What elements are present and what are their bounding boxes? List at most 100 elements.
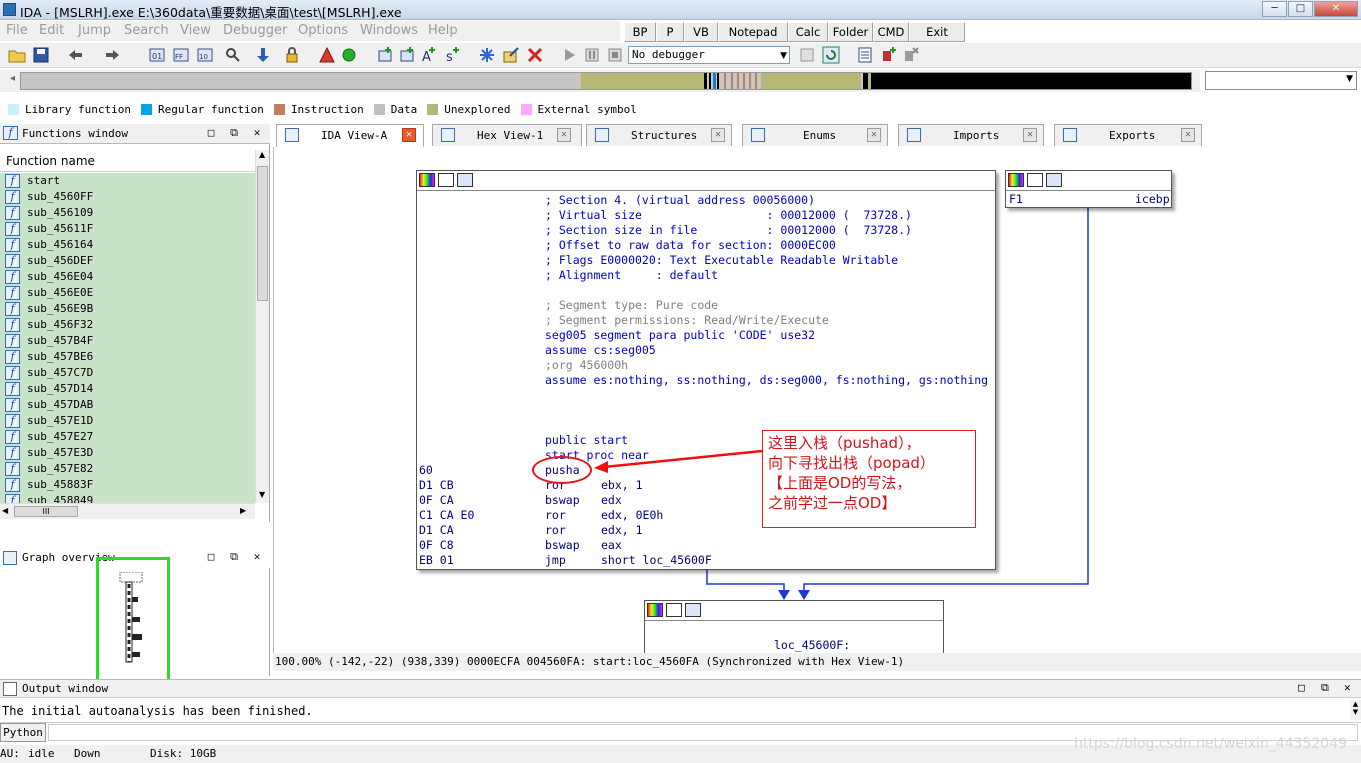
scrollbar-thumb[interactable] xyxy=(257,166,268,301)
tab-imports[interactable]: Imports ✕ xyxy=(898,124,1044,146)
graph-node-icebp[interactable]: F1 icebp xyxy=(1005,170,1172,208)
function-list-item[interactable]: f sub_456E9B xyxy=(0,301,255,317)
tab-close-icon[interactable]: ✕ xyxy=(557,128,571,142)
scroll-right-icon[interactable]: ▶ xyxy=(240,506,246,515)
graph-node-loc-45600f[interactable]: loc_45600F: xyxy=(644,600,944,653)
add-text-icon[interactable]: A xyxy=(420,46,438,64)
function-list-item[interactable]: f sub_456F32 xyxy=(0,317,255,333)
instruction-operands[interactable]: eax xyxy=(601,538,622,553)
bp-button[interactable]: BP xyxy=(624,22,656,42)
panel-float-icon[interactable]: ⧉ xyxy=(227,126,241,140)
vb-button[interactable]: VB xyxy=(684,22,718,42)
tab-enums[interactable]: Enums ✕ xyxy=(742,124,888,146)
panel-float-icon[interactable]: ⧉ xyxy=(227,550,241,564)
menu-view[interactable]: View xyxy=(180,23,211,38)
delete-icon[interactable] xyxy=(526,46,544,64)
function-list-item[interactable]: f sub_4560FF xyxy=(0,189,255,205)
node-rename-icon[interactable] xyxy=(1027,173,1043,187)
notepad-button[interactable]: Notepad xyxy=(718,22,788,42)
scroll-up-icon[interactable]: ▲ xyxy=(259,150,265,159)
forward-arrow-icon[interactable] xyxy=(104,46,122,64)
function-list-vertical-scrollbar[interactable]: ▲ ▼ xyxy=(255,150,269,503)
node-group-icon[interactable] xyxy=(457,173,473,187)
minimize-button[interactable]: ─ xyxy=(1262,1,1287,17)
instruction-mnemonic[interactable]: bswap xyxy=(545,538,580,553)
node-color-icon[interactable] xyxy=(419,173,435,187)
function-list-item[interactable]: f sub_457E3D xyxy=(0,445,255,461)
function-list-item[interactable]: f sub_456E04 xyxy=(0,269,255,285)
instruction-operands[interactable]: ebx, 1 xyxy=(601,478,643,493)
search-binary-icon[interactable] xyxy=(224,46,242,64)
output-scrollbar[interactable]: ▲ ▼ xyxy=(1350,700,1361,720)
tab-close-icon[interactable]: ✕ xyxy=(1023,128,1037,142)
tab-close-icon[interactable]: ✕ xyxy=(867,128,881,142)
cmd-button[interactable]: CMD xyxy=(873,22,909,42)
menu-options[interactable]: Options xyxy=(298,23,348,38)
play-icon[interactable] xyxy=(560,46,578,64)
function-list-item[interactable]: f sub_456E0E xyxy=(0,285,255,301)
node-color-icon[interactable] xyxy=(647,603,663,617)
instruction-mnemonic[interactable]: jmp xyxy=(545,553,566,568)
segment-select[interactable]: ▼ xyxy=(1205,71,1357,90)
octal-icon[interactable]: 10 xyxy=(196,46,214,64)
function-list-item[interactable]: f sub_457E1D xyxy=(0,413,255,429)
panel-close-icon[interactable]: ✕ xyxy=(250,550,264,564)
function-list-item[interactable]: f sub_458849 xyxy=(0,493,255,503)
function-list-item[interactable]: f sub_457D14 xyxy=(0,381,255,397)
function-list-item[interactable]: f sub_456109 xyxy=(0,205,255,221)
panel-minimize-icon[interactable]: □ xyxy=(204,126,218,140)
lock-icon[interactable] xyxy=(283,46,301,64)
exit-button[interactable]: Exit xyxy=(909,22,965,42)
function-list-item[interactable]: f sub_457BE6 xyxy=(0,349,255,365)
panel-float-icon[interactable]: ⧉ xyxy=(1321,681,1329,695)
add-segment-icon[interactable]: s xyxy=(444,46,462,64)
folder-button[interactable]: Folder xyxy=(828,22,873,42)
tab-ida-view-a[interactable]: IDA View-A ✕ xyxy=(276,124,424,147)
instruction-operands[interactable]: short loc_45600F xyxy=(601,553,712,568)
navigation-band[interactable] xyxy=(20,72,1192,90)
green-circle-icon[interactable] xyxy=(340,46,358,64)
graph-overview-minimap[interactable] xyxy=(118,572,148,672)
star-icon[interactable] xyxy=(478,46,496,64)
panel-minimize-icon[interactable]: □ xyxy=(204,550,218,564)
instruction-operands[interactable]: edx xyxy=(601,493,622,508)
tab-structures[interactable]: Structures ✕ xyxy=(586,124,732,146)
menu-debugger[interactable]: Debugger xyxy=(223,23,287,38)
menu-edit[interactable]: Edit xyxy=(39,23,64,38)
function-list-item[interactable]: f sub_456DEF xyxy=(0,253,255,269)
add-enum-icon[interactable] xyxy=(398,46,416,64)
p-button[interactable]: P xyxy=(656,22,684,42)
stop-icon[interactable] xyxy=(606,46,624,64)
node-group-icon[interactable] xyxy=(1046,173,1062,187)
pause-icon[interactable] xyxy=(583,46,601,64)
instruction-mnemonic[interactable]: icebp xyxy=(1135,192,1170,207)
scroll-down-icon[interactable]: ▼ xyxy=(259,490,265,499)
binary-icon[interactable]: 01 xyxy=(148,46,166,64)
breakpoint-add-icon[interactable] xyxy=(880,46,898,64)
menu-jump[interactable]: Jump xyxy=(78,23,111,38)
function-list-item[interactable]: f sub_456164 xyxy=(0,237,255,253)
function-list-item[interactable]: f sub_457B4F xyxy=(0,333,255,349)
calc-button[interactable]: Calc xyxy=(788,22,828,42)
list-icon[interactable] xyxy=(856,46,874,64)
refresh-icon[interactable] xyxy=(822,46,840,64)
open-file-icon[interactable] xyxy=(8,46,26,64)
tab-close-icon[interactable]: ✕ xyxy=(1181,128,1195,142)
instruction-operands[interactable]: edx, 1 xyxy=(601,523,643,538)
node-group-icon[interactable] xyxy=(685,603,701,617)
panel-close-icon[interactable]: ✕ xyxy=(250,126,264,140)
panel-close-icon[interactable]: ✕ xyxy=(1344,681,1351,694)
warning-icon[interactable] xyxy=(318,46,336,64)
maximize-button[interactable]: □ xyxy=(1288,1,1313,17)
node-rename-icon[interactable] xyxy=(438,173,454,187)
function-list-item[interactable]: f sub_457E27 xyxy=(0,429,255,445)
instruction-mnemonic[interactable]: ror xyxy=(545,508,566,523)
back-arrow-icon[interactable] xyxy=(66,46,84,64)
attach-process-icon[interactable] xyxy=(798,46,816,64)
tab-exports[interactable]: Exports ✕ xyxy=(1054,124,1202,146)
add-struct-icon[interactable] xyxy=(376,46,394,64)
tab-close-icon[interactable]: ✕ xyxy=(711,128,725,142)
down-arrow-icon[interactable] xyxy=(254,46,272,64)
navband-left-arrow-icon[interactable]: ◂ xyxy=(10,73,15,84)
close-window-button[interactable]: ✕ xyxy=(1314,1,1358,17)
